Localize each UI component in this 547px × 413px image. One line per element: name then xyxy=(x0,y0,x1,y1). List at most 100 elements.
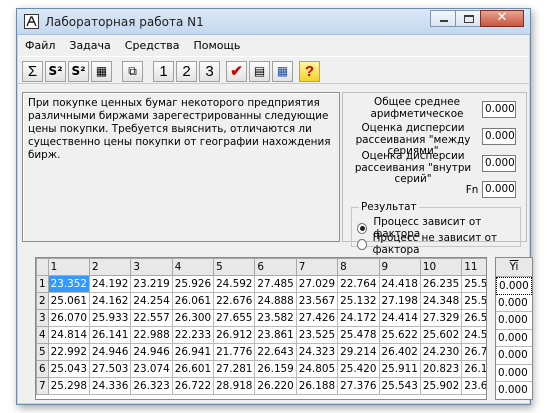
yi-cell[interactable]: 0.000 xyxy=(496,382,532,399)
between-variance-field[interactable]: 0.000 xyxy=(482,128,516,145)
yi-cell[interactable]: 0.000 xyxy=(496,277,532,295)
grid-cell[interactable]: 24.172 xyxy=(337,309,380,327)
grid-cell[interactable]: 26.941 xyxy=(171,343,215,361)
grid-cell[interactable]: 27.281 xyxy=(213,360,256,378)
grid-cell[interactable]: 25.510 xyxy=(461,275,486,293)
grid-cell[interactable]: 24.254 xyxy=(130,292,173,310)
grid-cell[interactable]: 23.673 xyxy=(461,377,486,395)
variant-3-button[interactable]: 3 xyxy=(199,61,220,82)
grid-cell[interactable]: 25.933 xyxy=(88,309,132,327)
grid-cell[interactable]: 27.198 xyxy=(378,292,421,310)
grid-cell[interactable]: 24.592 xyxy=(213,275,256,293)
grid-cell[interactable]: 25.478 xyxy=(337,326,380,344)
grid-cell[interactable]: 25.595 xyxy=(461,292,486,310)
menu-help[interactable]: Помощь xyxy=(187,36,248,55)
grid-cell[interactable]: 25.911 xyxy=(378,360,421,378)
grid-cell[interactable]: 26.912 xyxy=(213,326,256,344)
copy-button[interactable]: ⧉ xyxy=(122,61,143,82)
menu-tools[interactable]: Средства xyxy=(118,36,187,55)
grid-cell[interactable]: 24.192 xyxy=(88,275,132,293)
grid-cell[interactable]: 27.029 xyxy=(295,275,339,293)
grid-cell[interactable]: 25.132 xyxy=(337,292,380,310)
variance-factor-button[interactable]: S² xyxy=(68,61,89,82)
yi-cell[interactable]: 0.000 xyxy=(496,312,532,330)
grid-cell[interactable]: 24.336 xyxy=(88,377,132,395)
grid-cell[interactable]: 21.776 xyxy=(213,343,256,361)
grid-cell[interactable]: 29.214 xyxy=(337,343,380,361)
grid-cell[interactable]: 25.420 xyxy=(337,360,380,378)
grid-cell[interactable]: 26.402 xyxy=(378,343,421,361)
grid-cell[interactable]: 26.323 xyxy=(130,377,173,395)
grid-cell[interactable]: 22.557 xyxy=(130,309,173,327)
mean-value-field[interactable]: 0.000 xyxy=(482,101,516,118)
grid-cell[interactable]: 26.563 xyxy=(461,309,486,327)
grid-cell[interactable]: 22.988 xyxy=(130,326,173,344)
grid-cell[interactable]: 26.159 xyxy=(254,360,297,378)
grid-cell[interactable]: 26.601 xyxy=(171,360,215,378)
sigma-button[interactable]: Σ xyxy=(22,61,43,82)
data-grid[interactable]: 123456789101112123.35224.19223.21925.926… xyxy=(35,257,487,400)
grid-cell[interactable]: 25.543 xyxy=(378,377,421,395)
grid-cell[interactable]: 24.162 xyxy=(88,292,132,310)
grid-cell[interactable]: 24.323 xyxy=(295,343,339,361)
grid-cell[interactable]: 26.235 xyxy=(419,275,463,293)
minimize-button[interactable] xyxy=(430,10,456,27)
grid-cell[interactable]: 26.300 xyxy=(171,309,215,327)
grid-cell[interactable]: 27.376 xyxy=(337,377,380,395)
grid-cell[interactable]: 26.722 xyxy=(171,377,215,395)
grid-cell[interactable]: 22.233 xyxy=(171,326,215,344)
grid-cell[interactable]: 23.861 xyxy=(254,326,297,344)
grid-cell[interactable]: 26.141 xyxy=(88,326,132,344)
grid-cell[interactable]: 28.918 xyxy=(213,377,256,395)
grid-cell[interactable]: 25.602 xyxy=(419,326,463,344)
grid-cell[interactable]: 24.946 xyxy=(130,343,173,361)
help-button[interactable]: ? xyxy=(299,61,320,82)
fn-value-field[interactable]: 0.000 xyxy=(482,181,516,198)
maximize-button[interactable] xyxy=(455,10,481,27)
grid-cell[interactable]: 25.061 xyxy=(47,292,90,310)
variant-2-button[interactable]: 2 xyxy=(176,61,197,82)
close-button[interactable]: ✕ xyxy=(480,10,524,27)
document-button[interactable]: ▤ xyxy=(249,61,270,82)
grid-cell[interactable]: 23.525 xyxy=(295,326,339,344)
grid-cell[interactable]: 26.220 xyxy=(254,377,297,395)
grid-cell[interactable]: 23.074 xyxy=(130,360,173,378)
grid-cell[interactable]: 23.582 xyxy=(254,309,297,327)
grid-cell[interactable]: 22.992 xyxy=(47,343,90,361)
grid-cell[interactable]: 25.622 xyxy=(378,326,421,344)
grid-cell[interactable]: 24.888 xyxy=(254,292,297,310)
grid-cell[interactable]: 27.503 xyxy=(88,360,132,378)
grid-cell[interactable]: 26.070 xyxy=(47,309,90,327)
grid-cell[interactable]: 23.567 xyxy=(295,292,339,310)
grid-cell[interactable]: 24.418 xyxy=(378,275,421,293)
grid-cell[interactable]: 23.352 xyxy=(47,275,90,293)
yi-column[interactable]: Yi 0.000 0.000 0.000 0.000 0.000 0.000 0.000 xyxy=(495,257,533,400)
within-variance-field[interactable]: 0.000 xyxy=(482,155,516,172)
variance-total-button[interactable]: S² xyxy=(45,61,66,82)
yi-cell[interactable]: 0.000 xyxy=(496,347,532,365)
grid-cell[interactable]: 27.329 xyxy=(419,309,463,327)
table-button[interactable]: ▦ xyxy=(272,61,293,82)
title-bar[interactable]: Лабораторная работа N1 ✕ xyxy=(17,9,530,35)
grid-cell[interactable]: 25.926 xyxy=(171,275,215,293)
grid-cell[interactable]: 27.655 xyxy=(213,309,256,327)
grid-cell[interactable]: 25.043 xyxy=(47,360,90,378)
grid-cell[interactable]: 25.298 xyxy=(47,377,90,395)
yi-cell[interactable]: 0.000 xyxy=(496,365,532,382)
grid-cell[interactable]: 26.156 xyxy=(461,360,486,378)
grid-cell[interactable]: 27.485 xyxy=(254,275,297,293)
menu-task[interactable]: Задача xyxy=(62,36,117,55)
grid-cell[interactable]: 22.676 xyxy=(213,292,256,310)
grid-cell[interactable]: 22.764 xyxy=(337,275,380,293)
grid-cell[interactable]: 24.805 xyxy=(295,360,339,378)
grid-cell[interactable]: 25.902 xyxy=(419,377,463,395)
grid-cell[interactable]: 24.946 xyxy=(88,343,132,361)
yi-cell[interactable]: 0.000 xyxy=(496,330,532,347)
grid-cell[interactable]: 26.188 xyxy=(295,377,339,395)
grid-cell[interactable]: 20.823 xyxy=(419,360,463,378)
grid-cell[interactable]: 24.814 xyxy=(47,326,90,344)
grid-cell[interactable]: 26.733 xyxy=(461,343,486,361)
grid-cell[interactable]: 24.348 xyxy=(419,292,463,310)
grid-cell[interactable]: 24.564 xyxy=(461,326,486,344)
variant-1-button[interactable]: 1 xyxy=(153,61,174,82)
